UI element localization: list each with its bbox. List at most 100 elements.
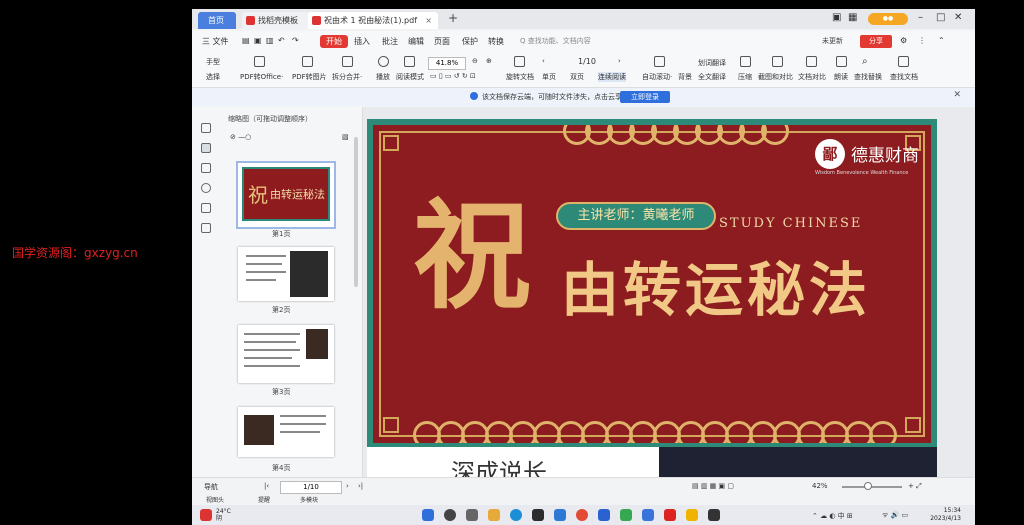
continuous-read-button[interactable]: 连续阅读 — [598, 72, 626, 82]
thumb-view-icon[interactable]: ▧ — [342, 133, 349, 141]
pdf-to-image-button[interactable]: PDF转图片 — [292, 72, 327, 82]
app-icon[interactable] — [620, 509, 632, 521]
print-icon[interactable]: ▥ — [266, 36, 274, 45]
open-icon[interactable]: ▣ — [254, 36, 262, 45]
app-icon[interactable] — [532, 509, 544, 521]
search-icon[interactable] — [444, 509, 456, 521]
settings-icon[interactable]: ⚙ — [900, 36, 907, 45]
thumbnail-icon[interactable] — [201, 143, 211, 153]
maximize-icon[interactable]: □ — [936, 12, 945, 23]
layout-icon[interactable]: ▣ — [832, 12, 841, 23]
share-button[interactable]: 分享 — [860, 35, 892, 48]
doc-compare-button[interactable]: 文档对比 — [798, 72, 826, 82]
find-doc-button[interactable]: 查找文档 — [890, 72, 918, 82]
pdf-to-office-button[interactable]: PDF转Office· — [240, 72, 283, 82]
menu-annotate[interactable]: 批注 — [382, 36, 398, 47]
signature-icon[interactable] — [201, 203, 211, 213]
network-icon[interactable]: ᯤ 🔊 ▭ — [882, 511, 908, 520]
background-button[interactable]: 背景 — [678, 72, 692, 82]
prev-page-icon[interactable]: ‹ — [542, 57, 545, 65]
status-page-input[interactable]: 1/10 — [280, 481, 342, 494]
next-page-status-icon[interactable]: › — [346, 482, 349, 490]
full-translate-button[interactable]: 全文翻译 — [698, 72, 726, 82]
redo-icon[interactable]: ↷ — [292, 36, 299, 45]
tab-home[interactable]: 首页 — [198, 12, 236, 29]
more-icon[interactable]: ⋮ — [918, 36, 926, 45]
nav-button[interactable]: 导航 — [204, 482, 218, 492]
next-page-icon[interactable]: › — [618, 57, 621, 65]
attachment-icon[interactable] — [201, 183, 211, 193]
sidebar-scrollbar[interactable] — [354, 137, 358, 287]
last-page-icon[interactable]: ›| — [358, 482, 363, 490]
hand-tool[interactable]: 手型 — [206, 57, 220, 67]
app-icon[interactable] — [686, 509, 698, 521]
wps-taskbar-icon[interactable] — [664, 509, 676, 521]
auto-scroll-button[interactable]: 自动滚动· — [642, 72, 672, 82]
page-thumbnail-2[interactable] — [238, 247, 334, 301]
app-icon[interactable] — [598, 509, 610, 521]
menu-file[interactable]: 三 文件 — [202, 36, 229, 47]
login-button[interactable]: 立即登录 — [620, 91, 670, 103]
comment-icon[interactable] — [201, 163, 211, 173]
zoom-slider-handle[interactable] — [864, 482, 872, 490]
minimize-icon[interactable]: – — [918, 12, 923, 23]
read-mode-button[interactable]: 阅读模式 — [396, 72, 424, 82]
split-merge-button[interactable]: 拆分合并· — [332, 72, 362, 82]
layers-icon[interactable] — [201, 223, 211, 233]
file-explorer-icon[interactable] — [488, 509, 500, 521]
search-field[interactable]: Q 查找功能、文档内容 — [520, 36, 591, 46]
rotate-button[interactable]: 旋转文档 — [506, 72, 534, 82]
page-thumbnail-1[interactable]: 祝 由转运秘法 — [236, 161, 336, 229]
app-icon[interactable] — [708, 509, 720, 521]
find-replace-button[interactable]: 查找替换 — [854, 72, 882, 82]
document-viewport[interactable]: 鄙 德惠财商 Wisdom Benevolence Wealth Finance… — [363, 107, 975, 487]
tab-pdf-document[interactable]: 祝由术 1 祝由秘法(1).pdf × — [308, 12, 438, 29]
edge-icon[interactable] — [510, 509, 522, 521]
close-tab-icon[interactable]: × — [425, 12, 432, 29]
save-icon[interactable]: ▤ — [242, 36, 250, 45]
app-icon[interactable] — [554, 509, 566, 521]
chrome-icon[interactable] — [576, 509, 588, 521]
thumb-zoom-out-icon[interactable]: ⊘ —○ — [230, 133, 251, 141]
weather-icon[interactable] — [200, 509, 212, 521]
zoom-input[interactable]: 41.8% — [428, 57, 466, 70]
menu-edit[interactable]: 编辑 — [408, 36, 424, 47]
single-page-button[interactable]: 单页 — [542, 72, 556, 82]
app-icon[interactable] — [642, 509, 654, 521]
menu-protect[interactable]: 保护 — [462, 36, 478, 47]
zoom-in-icon[interactable]: ⊕ — [486, 57, 492, 65]
screenshot-compare-button[interactable]: 截图和对比 — [758, 72, 793, 82]
zoom-slider-track[interactable] — [842, 486, 902, 488]
menu-page[interactable]: 页面 — [434, 36, 450, 47]
zoom-out-icon[interactable]: ⊖ — [472, 57, 478, 65]
fit-page-icon[interactable]: ▭ ▯ ▭ ↺ ↻ ⊡ — [430, 72, 476, 80]
start-icon[interactable] — [422, 509, 434, 521]
menu-insert[interactable]: 插入 — [354, 36, 370, 47]
fit-width-icon[interactable]: + ⤢ — [908, 482, 922, 491]
user-avatar[interactable]: ●● — [868, 13, 908, 25]
new-tab-button[interactable]: + — [448, 11, 458, 25]
weather-widget[interactable]: 24°C 阴 — [216, 508, 231, 522]
collapse-icon[interactable]: ⌃ — [938, 36, 945, 45]
select-tool[interactable]: 选择 — [206, 72, 220, 82]
bookmark-icon[interactable] — [201, 123, 211, 133]
tray-icons[interactable]: ⌃ ☁ ◐ 中 ⊞ — [812, 511, 853, 521]
cloud-status[interactable]: 未更新 — [822, 36, 843, 46]
grid-icon[interactable]: ▦ — [848, 12, 857, 23]
page-thumbnail-4[interactable] — [238, 407, 334, 457]
menu-convert[interactable]: 转换 — [488, 36, 504, 47]
compress-button[interactable]: 压缩 — [738, 72, 752, 82]
system-clock[interactable]: 15:34 2023/4/13 — [930, 507, 961, 523]
play-button[interactable]: 播放 — [376, 72, 390, 82]
view-mode-icons[interactable]: ▤ ▥ ▦ ▣ ▢ — [692, 482, 734, 490]
task-view-icon[interactable] — [466, 509, 478, 521]
word-translate-button[interactable]: 划词翻译 — [698, 58, 726, 68]
read-aloud-button[interactable]: 朗读 — [834, 72, 848, 82]
undo-icon[interactable]: ↶ — [278, 36, 285, 45]
page-indicator[interactable]: 1/10 — [578, 57, 596, 66]
close-notification-icon[interactable]: ✕ — [953, 90, 961, 100]
close-window-icon[interactable]: ✕ — [954, 12, 962, 23]
menu-start[interactable]: 开始 — [320, 35, 348, 48]
page-thumbnail-3[interactable] — [238, 325, 334, 383]
status-zoom[interactable]: 42% — [812, 482, 828, 490]
